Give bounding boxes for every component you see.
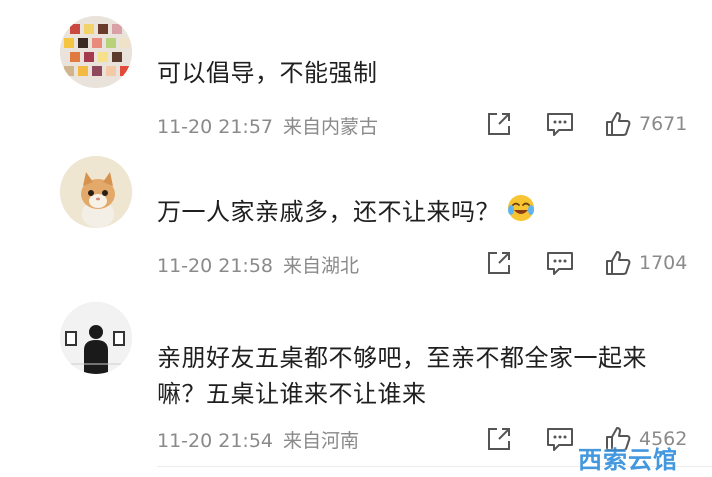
comment-time: 11-20 21:57 xyxy=(157,116,274,138)
comment-meta: 11-20 21:58 来自湖北 xyxy=(157,251,359,278)
avatar[interactable] xyxy=(60,302,132,374)
comment-text-line: 嘛？五桌让谁来不让谁来 xyxy=(157,380,427,408)
comment-time: 11-20 21:58 xyxy=(157,255,274,277)
thumbs-up-icon xyxy=(606,251,631,275)
dessert-cubes-avatar-icon xyxy=(60,16,132,88)
comment-button[interactable] xyxy=(545,424,575,454)
comment-time: 11-20 21:54 xyxy=(157,430,274,452)
comment-meta: 11-20 21:57 来自内蒙古 xyxy=(157,112,378,139)
avatar[interactable] xyxy=(60,156,132,228)
comment-text: 亲朋好友五桌都不够吧，至亲不都全家一起来 嘛？五桌让谁来不让谁来 xyxy=(157,340,688,412)
comment-button[interactable] xyxy=(545,248,575,278)
comment-button[interactable] xyxy=(545,109,575,139)
comment-actions: 7671 xyxy=(485,109,690,139)
like-button[interactable]: 1704 xyxy=(603,248,687,278)
comment-icon xyxy=(547,252,573,275)
comment-text-line: 亲朋好友五桌都不够吧，至亲不都全家一起来 xyxy=(157,344,647,372)
comment-meta: 11-20 21:54 来自河南 xyxy=(157,426,359,453)
comment-text-content: 万一人家亲戚多，还不让来吗？ xyxy=(157,198,500,226)
gallery-silhouette-avatar-icon xyxy=(60,302,132,374)
comment-text: 万一人家亲戚多，还不让来吗？ xyxy=(157,193,688,233)
comment-icon xyxy=(547,428,573,451)
repost-icon xyxy=(488,428,510,450)
like-button[interactable]: 7671 xyxy=(603,109,687,139)
comment-location: 来自内蒙古 xyxy=(283,116,379,138)
thumbs-up-icon xyxy=(606,112,631,136)
comment-text: 可以倡导，不能强制 xyxy=(157,59,378,87)
comment-location: 来自湖北 xyxy=(283,255,360,277)
like-count: 1704 xyxy=(639,252,688,274)
repost-icon xyxy=(488,113,510,135)
repost-icon xyxy=(488,252,510,274)
watermark: 西索云馆 xyxy=(578,446,678,474)
repost-button[interactable] xyxy=(485,248,513,278)
kitten-avatar-icon xyxy=(60,156,132,228)
comment-icon xyxy=(547,113,573,136)
comment-location: 来自河南 xyxy=(283,430,360,452)
like-count: 7671 xyxy=(639,113,688,135)
avatar[interactable] xyxy=(60,16,132,88)
repost-button[interactable] xyxy=(485,109,513,139)
repost-button[interactable] xyxy=(485,424,513,454)
comment-actions: 1704 xyxy=(485,248,690,278)
laughing-crying-emoji-icon xyxy=(506,193,536,233)
